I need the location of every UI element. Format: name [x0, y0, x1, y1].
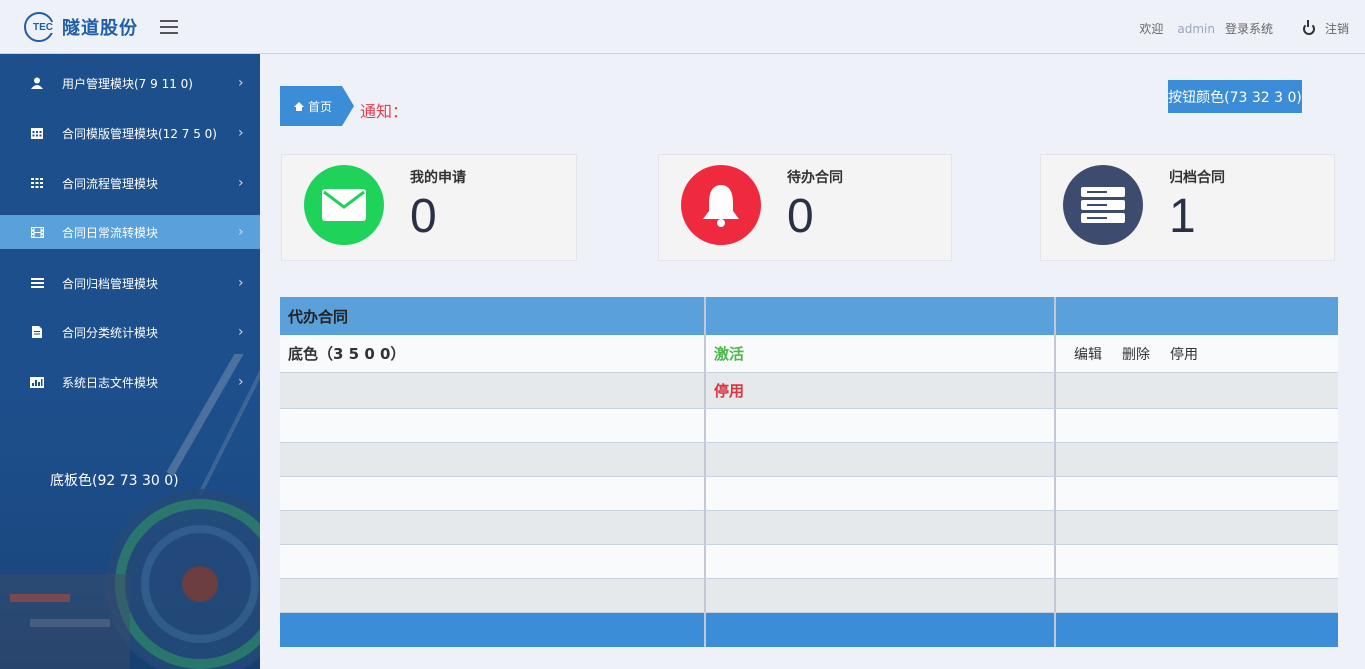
sidebar-item-template-management[interactable]: 合同模版管理模块(12 7 5 0) › — [0, 116, 260, 150]
chevron-right-icon: › — [238, 324, 244, 340]
sidebar-item-archive-management[interactable]: 合同归档管理模块 › — [0, 266, 260, 300]
logo-mark-icon: TEC — [24, 12, 54, 42]
sidebar: 用户管理模块(7 9 11 0) › 合同模版管理模块(12 7 5 0) › … — [0, 54, 260, 669]
stat-card-archived-contracts[interactable]: 归档合同 1 — [1040, 154, 1335, 261]
logo-text: 隧道股份 — [62, 18, 138, 39]
user-icon — [30, 76, 44, 90]
list-icon — [30, 276, 44, 290]
table-row — [280, 511, 1338, 545]
hamburger-menu-icon[interactable] — [160, 20, 178, 34]
base-color-note: 底板色(92 73 30 0) — [50, 473, 179, 489]
sidebar-item-category-stats[interactable]: 合同分类统计模块 › — [0, 315, 260, 349]
row-name: 底色（3 5 0 0） — [288, 345, 406, 363]
server-icon — [1063, 165, 1143, 245]
table-row — [280, 545, 1338, 579]
card-title: 归档合同 — [1169, 170, 1225, 186]
top-nav: 欢迎 admin 登录系统 注销 — [1139, 19, 1349, 37]
sidebar-item-flow-management[interactable]: 合同流程管理模块 › — [0, 166, 260, 200]
bell-icon — [681, 165, 761, 245]
chart-icon — [30, 375, 44, 389]
grid-icon — [30, 176, 44, 190]
stat-card-my-applications[interactable]: 我的申请 0 — [281, 154, 577, 261]
chevron-right-icon: › — [238, 125, 244, 141]
card-count: 0 — [410, 190, 437, 243]
breadcrumb-home[interactable]: 首页 — [280, 86, 354, 126]
disable-button[interactable]: 停用 — [1170, 344, 1198, 364]
delete-button[interactable]: 删除 — [1122, 344, 1150, 364]
card-title: 待办合同 — [787, 170, 843, 186]
table-footer-row — [280, 613, 1338, 647]
logo[interactable]: TEC 隧道股份 — [24, 12, 138, 42]
tunnel-machine-image — [0, 354, 260, 669]
card-count: 1 — [1169, 190, 1196, 243]
film-icon — [30, 225, 44, 239]
table-header-title: 代办合同 — [280, 297, 706, 335]
power-icon[interactable] — [1302, 19, 1315, 35]
sidebar-item-daily-flow[interactable]: 合同日常流转模块 › — [0, 215, 260, 249]
table-row — [280, 477, 1338, 511]
table-header-row: 代办合同 — [280, 297, 1338, 335]
chevron-right-icon: › — [238, 75, 244, 91]
mail-icon — [304, 165, 384, 245]
card-count: 0 — [787, 190, 814, 243]
status-active-badge: 激活 — [714, 345, 745, 363]
chevron-right-icon: › — [238, 374, 244, 390]
card-title: 我的申请 — [410, 170, 466, 186]
sidebar-item-user-management[interactable]: 用户管理模块(7 9 11 0) › — [0, 66, 260, 100]
table-row — [280, 409, 1338, 443]
table-row — [280, 579, 1338, 613]
system-text: 登录系统 — [1224, 22, 1273, 36]
chevron-right-icon: › — [238, 175, 244, 191]
button-color-button[interactable]: 按钮颜色(73 32 3 0) — [1168, 80, 1302, 113]
stat-card-pending-contracts[interactable]: 待办合同 0 — [658, 154, 952, 261]
file-icon — [30, 325, 44, 339]
home-icon — [294, 101, 304, 111]
notice-text: 通知： — [360, 102, 409, 121]
username-link[interactable]: admin — [1177, 22, 1215, 36]
welcome-text: 欢迎 — [1139, 22, 1164, 36]
edit-button[interactable]: 编辑 — [1074, 344, 1102, 364]
table-row — [280, 443, 1338, 477]
sidebar-item-system-log[interactable]: 系统日志文件模块 › — [0, 365, 260, 399]
logout-link[interactable]: 注销 — [1325, 20, 1349, 37]
top-header: TEC 隧道股份 欢迎 admin 登录系统 注销 — [0, 0, 1365, 54]
todo-contracts-table: 代办合同 底色（3 5 0 0） 激活 编辑 删除 停用 停用 — [280, 297, 1338, 647]
table-row: 停用 — [280, 373, 1338, 409]
status-disabled-badge: 停用 — [714, 382, 745, 400]
chevron-right-icon: › — [238, 275, 244, 291]
table-row: 底色（3 5 0 0） 激活 编辑 删除 停用 — [280, 335, 1338, 373]
chevron-right-icon: › — [238, 224, 244, 240]
calendar-icon — [30, 126, 44, 140]
